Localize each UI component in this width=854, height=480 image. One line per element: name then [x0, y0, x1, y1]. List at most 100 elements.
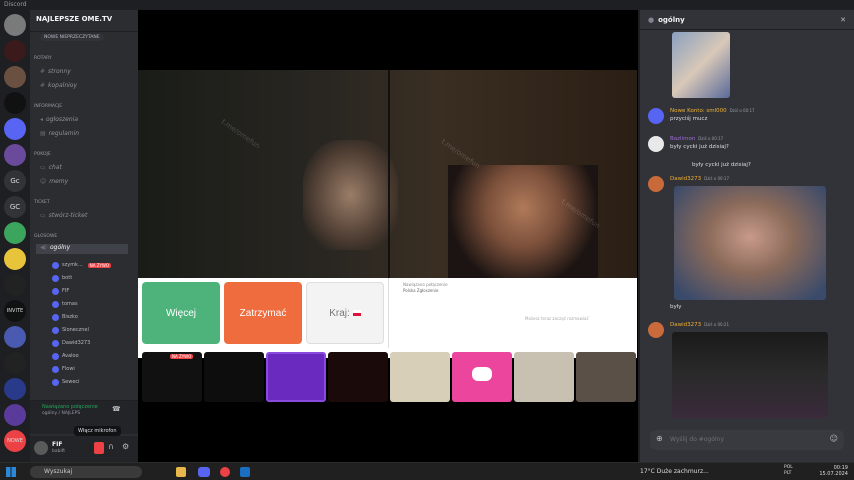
- radioactive-icon[interactable]: [4, 248, 26, 270]
- stream-thumbnail[interactable]: NA ŻYWO: [142, 352, 202, 402]
- channel-item[interactable]: # stronny: [40, 68, 71, 78]
- server-icon[interactable]: [4, 352, 26, 374]
- server-gc-2[interactable]: GC: [4, 196, 26, 218]
- windows-start-icon[interactable]: [6, 467, 16, 477]
- server-icon[interactable]: [4, 66, 26, 88]
- clock-date: 15.07.2024: [819, 471, 848, 477]
- message-input[interactable]: ⊕ Wyślij do #ogólny ☺: [650, 430, 844, 450]
- channel-item[interactable]: ▭ stwórz-ticket: [40, 212, 87, 222]
- server-gc[interactable]: Gc: [4, 170, 26, 192]
- weather-widget[interactable]: 17°C Duże zachmurz...: [640, 468, 709, 475]
- message-author[interactable]: Bazlimon Dziś o 00:17: [670, 136, 723, 142]
- voice-user[interactable]: Avaloo: [52, 351, 79, 361]
- channel-item[interactable]: ☺ memy: [40, 178, 68, 188]
- voice-user-name: Biszko: [62, 314, 78, 320]
- system-tray[interactable]: 00:19 15.07.2024: [819, 465, 848, 477]
- stream-thumbnail[interactable]: [514, 352, 574, 402]
- voice-user[interactable]: Slonecznel: [52, 325, 89, 335]
- new-unread-pill[interactable]: NOWE NIEPRZECZYTANE: [40, 34, 104, 41]
- guild-name[interactable]: NAJLEPSZE OME.TV: [30, 10, 138, 32]
- text-chat-panel: ● ogólny ✕ Nowe Konto: sml000 Dziś o 00:17 …: [640, 10, 854, 462]
- steam-icon[interactable]: [240, 467, 250, 477]
- disconnect-icon[interactable]: ☎: [112, 405, 121, 413]
- avatar[interactable]: [648, 136, 664, 152]
- self-video: [448, 165, 598, 288]
- omegle-chat[interactable]: Nawiązano połączenie Polska Zgłoszenie M…: [388, 278, 637, 348]
- category-label[interactable]: GŁOSOWE: [34, 234, 57, 239]
- search-label: Wyszukaj: [44, 468, 73, 475]
- avatar[interactable]: [34, 441, 48, 455]
- chat-icon: ▭: [40, 164, 46, 171]
- video-feed[interactable]: t.me/omefun t.me/omefun t.me/omefun: [138, 70, 637, 288]
- image-attachment[interactable]: [672, 32, 730, 98]
- omegle-controls: Więcej Zatrzymać Kraj: Nawiązano połącze…: [138, 278, 637, 358]
- message-author[interactable]: Dawid3273 Dziś o 00:17: [670, 176, 729, 182]
- avatar[interactable]: [648, 108, 664, 124]
- server-nowe[interactable]: NOWE: [4, 430, 26, 452]
- image-attachment[interactable]: [672, 332, 828, 418]
- voice-channel-ogolny[interactable]: ◀) ogólny: [36, 244, 128, 254]
- discord-logo-thumbnail[interactable]: [452, 352, 512, 402]
- settings-gear-icon[interactable]: ⚙: [122, 442, 129, 451]
- server-icon[interactable]: [4, 118, 26, 140]
- discord-logo-icon: [472, 367, 492, 381]
- server-icon[interactable]: [4, 14, 26, 36]
- server-icon[interactable]: [4, 222, 26, 244]
- channel-item[interactable]: ▭ chat: [40, 164, 62, 174]
- speaker-icon: ◀): [40, 244, 47, 251]
- stream-thumbnail[interactable]: [204, 352, 264, 402]
- voice-user-name: szymk...: [62, 262, 83, 268]
- channel-item[interactable]: ▤ regulamin: [40, 130, 79, 140]
- category-label[interactable]: TICKET: [34, 200, 50, 205]
- country-button[interactable]: Kraj:: [306, 282, 384, 344]
- voice-user[interactable]: Biszko: [52, 312, 78, 322]
- hourglass-icon[interactable]: [4, 274, 26, 296]
- message-author[interactable]: Dawid3273 Dziś o 00:21: [670, 322, 729, 328]
- voice-user[interactable]: FIF: [52, 286, 69, 296]
- server-icon[interactable]: [4, 404, 26, 426]
- avatar[interactable]: [648, 322, 664, 338]
- mic-muted-icon[interactable]: [94, 442, 104, 454]
- avatar[interactable]: [648, 176, 664, 192]
- opera-icon[interactable]: [220, 467, 230, 477]
- category-label[interactable]: INFORMACJE: [34, 104, 62, 109]
- file-explorer-icon[interactable]: [176, 467, 186, 477]
- headphones-icon[interactable]: ∩: [108, 442, 114, 451]
- voice-user-name: Dawid3273: [62, 340, 91, 346]
- message-time: Dziś o 00:17: [698, 136, 724, 141]
- server-icon[interactable]: [4, 326, 26, 348]
- channel-item[interactable]: ◂ ogłoszenia: [40, 116, 78, 126]
- voice-user[interactable]: Dawid3273: [52, 338, 90, 348]
- voice-user[interactable]: bott: [52, 273, 72, 283]
- watermark: t.me/omefun: [219, 117, 262, 151]
- add-icon[interactable]: ⊕: [656, 434, 663, 443]
- stream-thumbnail[interactable]: [390, 352, 450, 402]
- voice-user[interactable]: szymk... NA ŻYWO: [52, 260, 112, 270]
- server-invite[interactable]: INVITE: [4, 300, 26, 322]
- image-attachment[interactable]: [674, 186, 826, 300]
- voice-user[interactable]: Flowi: [52, 364, 75, 374]
- close-icon[interactable]: ✕: [840, 16, 846, 24]
- stream-thumbnail[interactable]: [328, 352, 388, 402]
- discord-icon[interactable]: [198, 467, 210, 477]
- voice-user[interactable]: tomas: [52, 299, 78, 309]
- voice-user[interactable]: Seweci: [52, 377, 80, 387]
- taskbar-search[interactable]: Wyszukaj: [30, 466, 142, 478]
- category-label[interactable]: ROTARY: [34, 56, 52, 61]
- category-label[interactable]: POKOJE: [34, 152, 51, 157]
- voice-connected-label[interactable]: Nawiązano połączenie: [42, 404, 98, 410]
- channel-item[interactable]: # kopalnioy: [40, 82, 77, 92]
- message-author[interactable]: Nowe Konto: sml000 Dziś o 00:17: [670, 108, 755, 114]
- author-name: Dawid3273: [670, 322, 702, 328]
- language-indicator[interactable]: POL PLT: [784, 465, 793, 477]
- more-button[interactable]: Więcej: [142, 282, 220, 344]
- server-icon[interactable]: [4, 144, 26, 166]
- voice-channel-path[interactable]: ogólny / NAJLEPS: [42, 411, 80, 416]
- server-icon[interactable]: [4, 40, 26, 62]
- emoji-icon[interactable]: ☺: [830, 434, 838, 443]
- server-icon[interactable]: [4, 378, 26, 400]
- stop-button[interactable]: Zatrzymać: [224, 282, 302, 344]
- stream-thumbnail[interactable]: [266, 352, 326, 402]
- stream-thumbnail[interactable]: [576, 352, 636, 402]
- server-icon[interactable]: [4, 92, 26, 114]
